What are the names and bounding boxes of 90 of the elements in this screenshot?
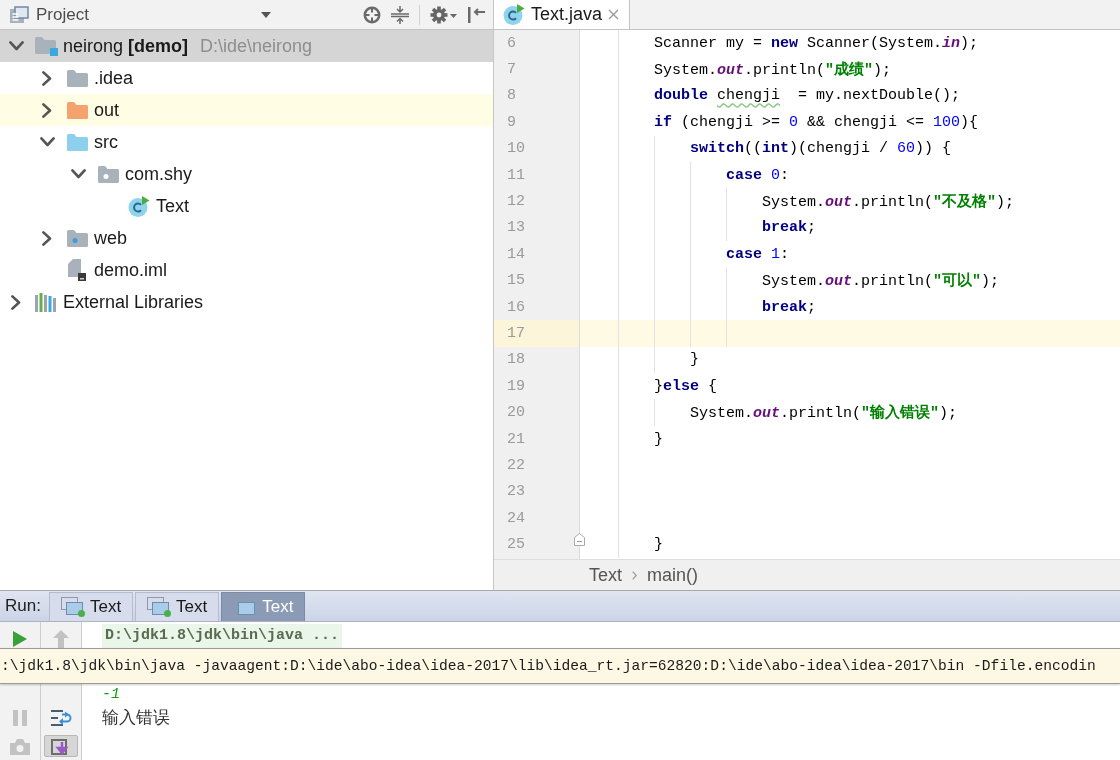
line-number: 20 — [507, 404, 525, 422]
code-line: } — [653, 536, 663, 554]
pause-icon — [12, 709, 28, 727]
chevron-down-icon[interactable] — [70, 169, 86, 179]
code-line: break; — [761, 219, 817, 237]
wrap-lines-icon — [50, 708, 72, 728]
run-label: Run: — [5, 595, 41, 617]
line-number: 7 — [507, 61, 516, 79]
line-number: 17 — [507, 325, 525, 342]
folded-command-text[interactable]: D:\jdk1.8\jdk\bin\java ... — [102, 624, 343, 648]
chevron-right-icon[interactable] — [11, 294, 21, 310]
library-icon — [35, 292, 57, 312]
line-number: 19 — [507, 377, 525, 395]
tree-item[interactable]: .idea — [0, 62, 493, 94]
console-input-text: -1 — [102, 685, 120, 705]
chevron-down-icon[interactable] — [8, 41, 24, 51]
code-line: System.out.println("成绩"); — [653, 60, 892, 80]
tree-item[interactable]: com.shy — [0, 158, 493, 190]
line-number: 14 — [507, 245, 525, 263]
project-view-icon — [9, 5, 29, 24]
caret-down-icon — [261, 11, 271, 18]
run-tab[interactable]: Text — [135, 592, 220, 621]
line-number: 16 — [507, 298, 525, 316]
tree-item[interactable]: External Libraries — [0, 286, 493, 318]
command-tooltip: :\jdk1.8\jdk\bin\java -javaagent:D:\ide\abo-idea\idea-2017\lib\idea_rt.jar=62820:D:\ide\abo-idea\idea-2017\bin -Dfile.encodin — [0, 648, 1120, 684]
code-line: }else { — [653, 377, 718, 395]
line-number: 6 — [507, 34, 516, 52]
code-line: Scanner my = new Scanner(System.in); — [653, 34, 979, 52]
line-number: 10 — [507, 140, 525, 158]
view-selector[interactable]: Project — [9, 2, 271, 27]
class-icon — [503, 4, 525, 25]
tree-item[interactable]: src — [0, 126, 493, 158]
code-line: } — [653, 430, 663, 448]
folder-icon — [66, 69, 88, 87]
folder-icon — [66, 101, 88, 119]
code-line: } — [689, 351, 700, 369]
crosshair-icon[interactable] — [363, 5, 381, 24]
code-line: case 1: — [725, 245, 790, 263]
close-icon[interactable] — [608, 9, 620, 20]
console-output-text: 输入错误 — [102, 708, 170, 730]
package-folder-icon — [97, 165, 119, 183]
breadcrumb-item[interactable]: Text — [589, 564, 622, 586]
code-line: break; — [761, 298, 817, 316]
line-number: 18 — [507, 351, 525, 369]
code-line: switch((int)(chengji / 60)) { — [689, 140, 952, 158]
web-folder-icon — [66, 229, 88, 247]
tree-item[interactable]: neirong [demo] D:\ide\neirong — [0, 30, 493, 62]
breadcrumb-item[interactable]: main() — [647, 564, 699, 586]
class-icon — [128, 195, 150, 217]
line-number: 8 — [507, 87, 516, 105]
play-icon — [12, 630, 28, 648]
line-number: 21 — [507, 430, 525, 448]
chevron-down-icon[interactable] — [39, 137, 55, 147]
line-number: 11 — [507, 166, 525, 184]
line-number: 25 — [507, 536, 525, 554]
code-line: double chengji = my.nextDouble(); — [653, 87, 961, 105]
folder-icon — [66, 133, 88, 151]
chevron-right-icon[interactable] — [42, 102, 52, 118]
collapse-all-icon[interactable] — [391, 5, 409, 24]
line-number: 12 — [507, 193, 525, 211]
up-arrow-icon — [53, 630, 69, 648]
fold-marker-icon[interactable] — [574, 533, 585, 547]
hide-panel-icon[interactable] — [467, 5, 485, 24]
code-line: System.out.println("不及格"); — [761, 192, 1015, 212]
tree-item[interactable]: out — [0, 94, 493, 126]
tree-item[interactable]: web — [0, 222, 493, 254]
scroll-to-end-button[interactable] — [44, 735, 78, 757]
chevron-right-icon[interactable] — [42, 70, 52, 86]
line-number: 23 — [507, 483, 525, 501]
editor-tab[interactable]: Text.java — [494, 0, 631, 29]
breadcrumb-separator-icon — [632, 570, 637, 580]
camera-icon — [10, 739, 30, 755]
module-folder-icon — [34, 36, 58, 56]
scroll-down-icon — [51, 739, 71, 757]
code-line: if (chengji >= 0 && chengji <= 100){ — [653, 113, 979, 131]
tree-item[interactable]: demo.iml — [0, 254, 493, 286]
file-icon — [68, 259, 86, 281]
module-path: D:\ide\neirong — [200, 35, 313, 57]
tree-item[interactable]: Text — [0, 190, 493, 222]
line-number: 15 — [507, 272, 525, 290]
settings-icon[interactable] — [430, 5, 457, 24]
line-number: 13 — [507, 219, 525, 237]
code-line: case 0: — [725, 166, 790, 184]
line-number: 24 — [507, 509, 525, 527]
code-line: System.out.println("输入错误"); — [689, 403, 958, 423]
code-line: System.out.println("可以"); — [761, 271, 1000, 291]
line-number: 9 — [507, 113, 516, 131]
chevron-right-icon[interactable] — [42, 230, 52, 246]
line-number: 22 — [507, 456, 525, 474]
run-tab[interactable]: Text — [48, 592, 134, 621]
